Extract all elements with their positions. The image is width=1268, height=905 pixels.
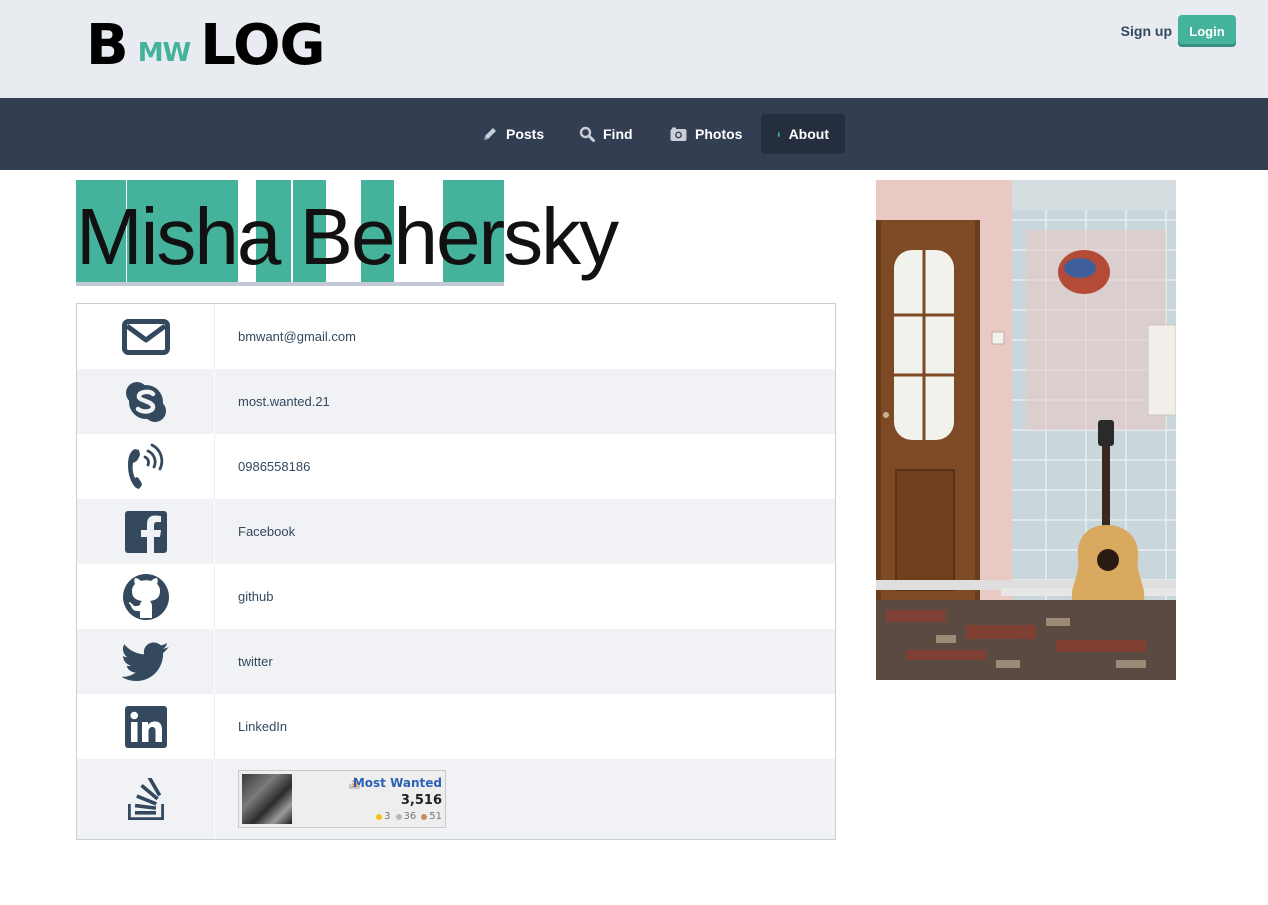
profile-photo — [876, 180, 1176, 680]
nav-item-about[interactable]: About — [761, 114, 845, 154]
github-link[interactable]: github — [238, 589, 273, 604]
phone-number[interactable]: 0986558186 — [238, 459, 310, 474]
person-icon — [777, 131, 780, 137]
nav-label-photos: Photos — [695, 126, 743, 142]
contact-row-skype: most.wanted.21 — [77, 369, 835, 434]
pencil-icon — [484, 128, 496, 140]
skype-handle[interactable]: most.wanted.21 — [238, 394, 330, 409]
contact-text-cell: LinkedIn — [215, 694, 835, 759]
nav-label-about: About — [788, 126, 829, 142]
contact-row-facebook: Facebook — [77, 499, 835, 564]
flair-reputation: 3,516 — [400, 793, 442, 808]
linkedin-link[interactable]: LinkedIn — [238, 719, 287, 734]
skype-icon[interactable] — [124, 380, 168, 424]
nav-item-posts[interactable]: Posts — [466, 114, 560, 154]
contact-text-cell: github — [215, 564, 835, 629]
twitter-link[interactable]: twitter — [238, 654, 273, 669]
contact-icon-cell — [77, 564, 215, 629]
email-link[interactable]: bmwant@gmail.com — [238, 329, 356, 344]
contact-icon-cell — [77, 694, 215, 759]
auth-links: Sign up Login — [1119, 15, 1236, 47]
github-icon[interactable] — [122, 573, 169, 620]
bronze-badge-count: 51 — [429, 811, 442, 822]
search-icon — [579, 126, 595, 142]
facebook-icon[interactable] — [124, 510, 167, 553]
contact-row-linkedin: LinkedIn — [77, 694, 835, 759]
profile-name: Misha Behersky — [76, 192, 619, 281]
bronze-badge-icon — [421, 813, 428, 820]
contact-text-cell: Most Wanted 3,516 3 36 51 — [215, 759, 835, 839]
contact-icon-cell — [77, 759, 215, 839]
nav-item-find[interactable]: Find — [563, 114, 649, 154]
twitter-icon[interactable] — [121, 641, 170, 682]
contact-text-cell: twitter — [215, 629, 835, 694]
silver-badge-icon — [395, 813, 402, 820]
envelope-icon[interactable] — [121, 318, 170, 355]
nav-label-find: Find — [603, 126, 633, 142]
linkedin-icon[interactable] — [124, 705, 167, 748]
nav-label-posts: Posts — [506, 126, 545, 142]
stackoverflow-flair[interactable]: Most Wanted 3,516 3 36 51 — [238, 770, 446, 828]
contact-text-cell: most.wanted.21 — [215, 369, 835, 434]
nav-item-photos[interactable]: Photos — [654, 114, 758, 154]
contact-row-phone: 0986558186 — [77, 434, 835, 499]
contact-icon-cell — [77, 434, 215, 499]
contact-text-cell: bmwant@gmail.com — [215, 304, 835, 369]
contact-icon-cell — [77, 304, 215, 369]
phone-icon[interactable] — [126, 443, 166, 491]
contact-icon-cell — [77, 499, 215, 564]
gold-badge-icon — [376, 813, 383, 820]
flair-username[interactable]: Most Wanted — [353, 776, 442, 790]
contact-row-stackoverflow: Most Wanted 3,516 3 36 51 — [77, 759, 835, 839]
contact-text-cell: 0986558186 — [215, 434, 835, 499]
site-logo[interactable]: B MW LOG — [86, 13, 326, 78]
signup-link[interactable]: Sign up — [1119, 23, 1174, 39]
contact-row-github: github — [77, 564, 835, 629]
camera-icon — [670, 127, 687, 141]
main-navbar: Posts Find Photos About — [0, 98, 1268, 170]
name-banner: Misha Behersky — [76, 180, 619, 286]
flair-badges: 3 36 51 — [373, 811, 442, 822]
contact-row-email: bmwant@gmail.com — [77, 304, 835, 369]
logo-mw: MW — [137, 38, 192, 68]
contact-row-twitter: twitter — [77, 629, 835, 694]
silver-badge-count: 36 — [403, 811, 417, 822]
contact-text-cell: Facebook — [215, 499, 835, 564]
contacts-table: bmwant@gmail.com most.wanted.21 09865581… — [76, 303, 836, 840]
login-button[interactable]: Login — [1178, 15, 1236, 47]
contact-icon-cell — [77, 369, 215, 434]
flair-avatar — [242, 774, 292, 824]
logo-log: LOG — [200, 13, 325, 78]
top-header: B MW LOG Sign up Login — [0, 0, 1268, 98]
facebook-link[interactable]: Facebook — [238, 524, 295, 539]
logo-letter-b: B — [86, 13, 129, 78]
contact-icon-cell — [77, 629, 215, 694]
stackoverflow-icon[interactable] — [127, 778, 164, 820]
gold-badge-count: 3 — [384, 811, 391, 822]
